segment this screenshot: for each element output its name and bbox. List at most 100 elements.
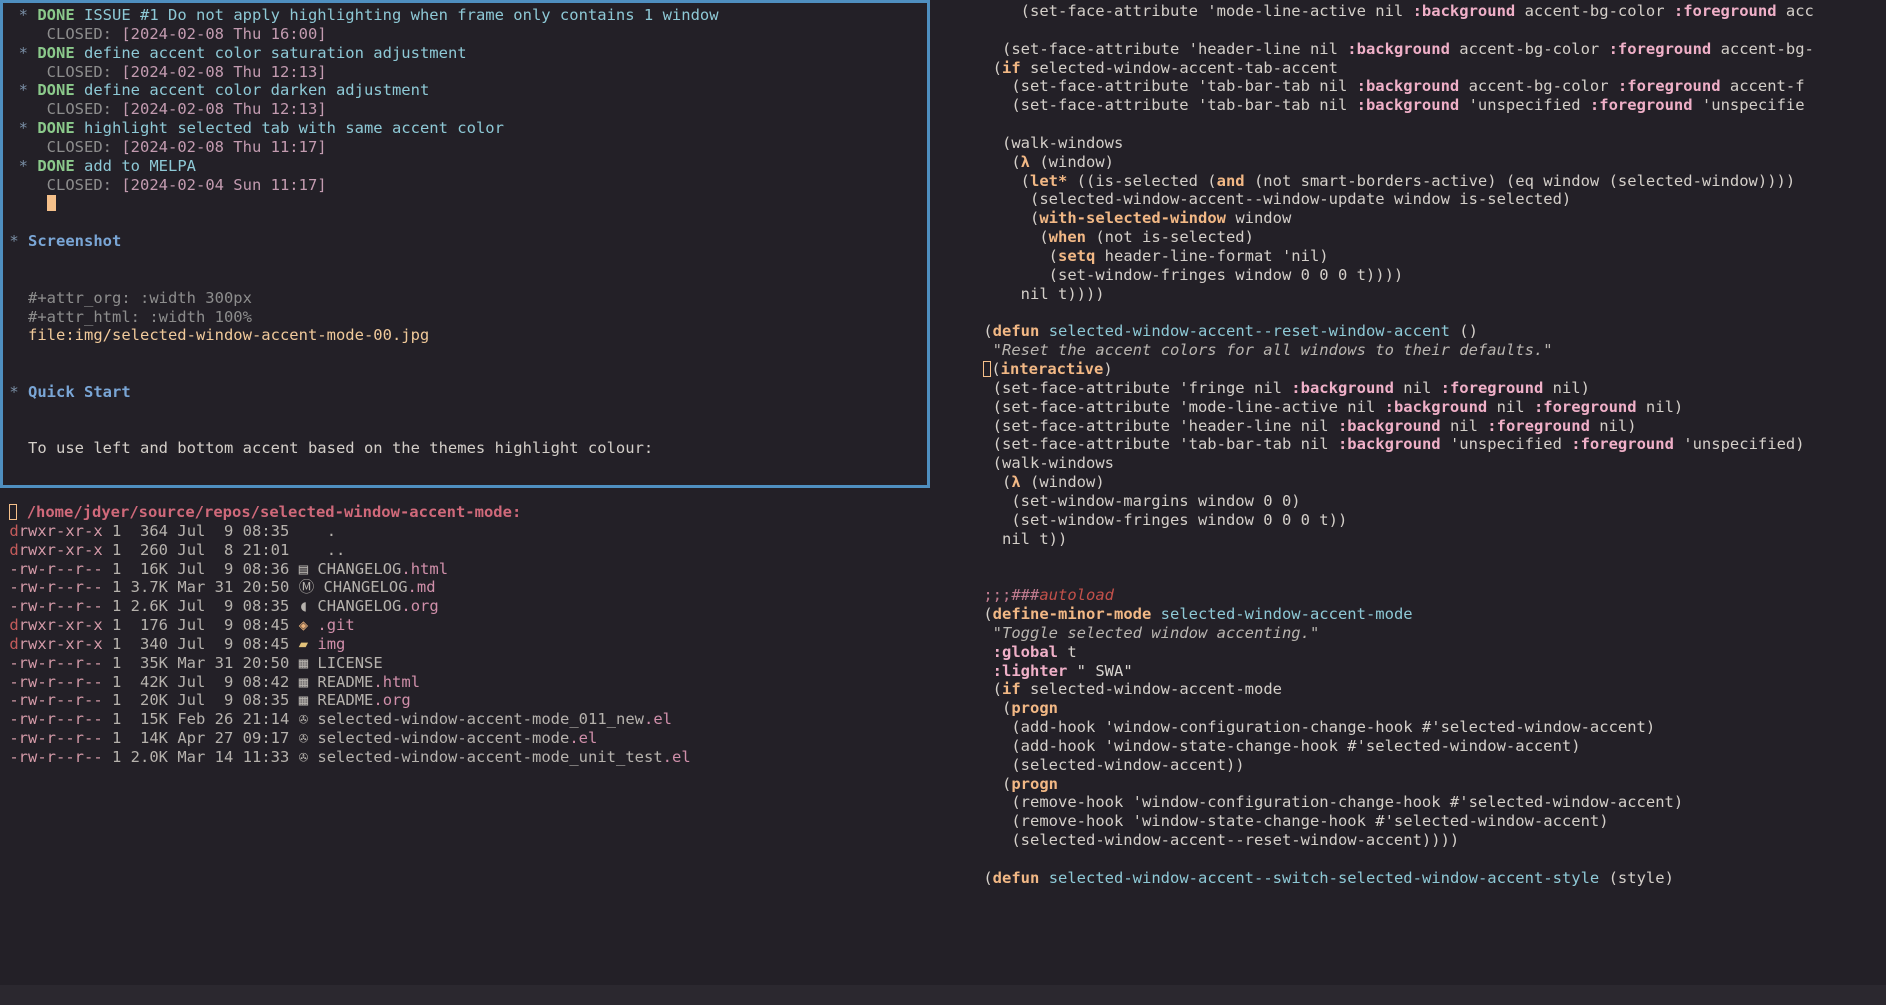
- dired-size: 15K: [121, 710, 169, 729]
- code-span: (: [1020, 171, 1030, 190]
- code-span: (walk-windows: [1002, 133, 1124, 152]
- dired-file-name[interactable]: README: [317, 691, 373, 709]
- dired-file-name[interactable]: selected-window-accent-mode_unit_test: [317, 748, 662, 766]
- code-span: "Toggle selected window accenting.": [992, 623, 1320, 642]
- dired-size: 2.6K: [121, 597, 169, 616]
- dired-date: Jul 9 08:35: [168, 691, 290, 710]
- dired-perms: rwxr-xr-x: [18, 616, 103, 635]
- org-mode-window[interactable]: * DONE ISSUE #1 Do not apply highlightin…: [0, 0, 940, 1005]
- code-modeline: ~/source/repos/selected-window-accent-mo…: [940, 985, 1886, 1005]
- code-span: :foreground: [1440, 378, 1544, 397]
- code-span: defun: [992, 322, 1040, 341]
- code-span: :background: [1337, 435, 1441, 454]
- dired-file-name[interactable]: LICENSE: [317, 654, 382, 672]
- org-span: To use left and bottom accent based on t…: [28, 439, 654, 458]
- dired-file-ext[interactable]: .html: [373, 673, 420, 691]
- dired-links: 1: [102, 691, 122, 710]
- code-span: :foreground: [1617, 77, 1721, 96]
- dired-header-path: /home/jdyer/source/repos/selected-window…: [26, 503, 522, 521]
- dired-type-char: d: [9, 521, 19, 540]
- dired-file-ext[interactable]: .org: [401, 597, 438, 615]
- code-span: (: [983, 868, 993, 887]
- code-span: if: [1002, 58, 1021, 77]
- dired-perms: rwxr-xr-x: [18, 521, 103, 540]
- code-span: [1039, 869, 1048, 887]
- org-span: CLOSED:: [46, 175, 122, 194]
- code-span: (set-face-attribute 'header-line nil: [992, 416, 1338, 435]
- code-span: :background: [1291, 378, 1394, 397]
- code-span: (set-face-attribute 'tab-bar-tab nil: [1011, 77, 1357, 96]
- dired-size: 3.7K: [121, 578, 169, 597]
- dired-file-name[interactable]: CHANGELOG: [324, 578, 408, 596]
- elisp-buffer-content[interactable]: (set-face-attribute 'mode-line-active ni…: [946, 0, 1886, 888]
- dired-perms: -rw-r--r--: [9, 747, 103, 766]
- dired-date: Jul 9 08:35: [168, 597, 290, 616]
- dired-file-ext[interactable]: .el: [569, 729, 597, 747]
- dired-file-name[interactable]: README: [317, 673, 373, 691]
- org-span: CLOSED:: [46, 62, 122, 81]
- dired-type-char: d: [9, 616, 19, 635]
- dired-date: Mar 31 20:50: [168, 578, 290, 597]
- code-span: with-selected-window: [1039, 209, 1226, 228]
- org-span: CLOSED:: [46, 100, 122, 119]
- org-span: DONE: [37, 81, 85, 100]
- dired-links: 1: [102, 578, 122, 597]
- code-span: :foreground: [1487, 416, 1590, 435]
- org-span: *: [18, 81, 38, 100]
- dired-size: 176: [121, 616, 169, 635]
- html5-icon: ▤: [298, 559, 309, 578]
- dired-file-ext[interactable]: .org: [373, 691, 410, 709]
- org-span: [2024-02-08 Thu 16:00]: [121, 24, 327, 43]
- code-span: λ: [1011, 473, 1021, 492]
- code-span: nil: [1440, 416, 1488, 435]
- code-span: (: [1002, 699, 1012, 718]
- text-icon: ▦: [298, 653, 309, 672]
- code-span: (selected-window-accent)): [1011, 755, 1245, 774]
- dired-date: Jul 9 08:35: [168, 521, 290, 540]
- dired-size: 14K: [121, 729, 169, 748]
- dired-file-name[interactable]: .git: [317, 616, 354, 634]
- code-span: progn: [1011, 699, 1059, 718]
- dired-file-name[interactable]: selected-window-accent-mode: [317, 729, 569, 747]
- git-icon: ◈: [298, 616, 309, 635]
- code-span: progn: [1011, 774, 1059, 793]
- dired-window[interactable]: /home/jdyer/source/repos/selected-window…: [0, 495, 940, 985]
- code-span: 'unspecified: [1440, 435, 1572, 454]
- dired-header: /home/jdyer/source/repos/selected-window…: [0, 503, 940, 522]
- dired-file-ext[interactable]: .html: [401, 560, 448, 578]
- code-span: (: [1011, 152, 1021, 171]
- org-span: DONE: [37, 6, 85, 24]
- org-span: #+attr_html: :width 100%: [28, 307, 252, 326]
- dired-file-name[interactable]: ..: [327, 541, 346, 559]
- dired-size: 16K: [121, 559, 169, 578]
- code-span: (set-face-attribute 'mode-line-active ni…: [1020, 2, 1413, 20]
- dired-file-name[interactable]: CHANGELOG: [317, 597, 401, 615]
- elisp-icon: ✇: [298, 729, 309, 748]
- org-span: *: [9, 382, 29, 401]
- dired-file-ext[interactable]: .el: [663, 748, 691, 766]
- org-span: ISSUE #1 Do not apply highlighting when …: [84, 6, 719, 24]
- dired-file-name[interactable]: .: [327, 522, 336, 540]
- org-span: Screenshot: [28, 232, 122, 251]
- code-span: :background: [1356, 96, 1460, 115]
- dired-buffer-content[interactable]: /home/jdyer/source/repos/selected-window…: [0, 495, 940, 767]
- dired-perms: -rw-r--r--: [9, 691, 103, 710]
- code-span: (: [992, 58, 1003, 77]
- dired-file-name[interactable]: img: [317, 635, 345, 653]
- org-buffer-content[interactable]: * DONE ISSUE #1 Do not apply highlightin…: [0, 0, 940, 988]
- code-span: [1039, 322, 1048, 340]
- elisp-code-window[interactable]: (set-face-attribute 'mode-line-active ni…: [946, 0, 1886, 985]
- dired-perms: -rw-r--r--: [9, 653, 103, 672]
- elisp-code-lines: (set-face-attribute 'mode-line-active ni…: [946, 2, 1886, 888]
- text-icon: ▦: [298, 672, 309, 691]
- dired-file-name[interactable]: selected-window-accent-mode_011_new: [317, 710, 644, 728]
- dired-file-name[interactable]: CHANGELOG: [317, 560, 401, 578]
- code-span: :global: [992, 642, 1058, 661]
- dired-links: 1: [102, 540, 122, 559]
- code-span: (set-face-attribute 'tab-bar-tab nil: [1011, 96, 1357, 115]
- dired-file-ext[interactable]: .el: [644, 710, 672, 728]
- dired-date: Mar 31 20:50: [168, 653, 290, 672]
- dired-file-list[interactable]: drwxr-xr-x 1 364 Jul 9 08:35 . drwxr-xr-…: [0, 522, 940, 767]
- dired-file-ext[interactable]: .md: [408, 578, 436, 596]
- code-span: [1067, 662, 1076, 680]
